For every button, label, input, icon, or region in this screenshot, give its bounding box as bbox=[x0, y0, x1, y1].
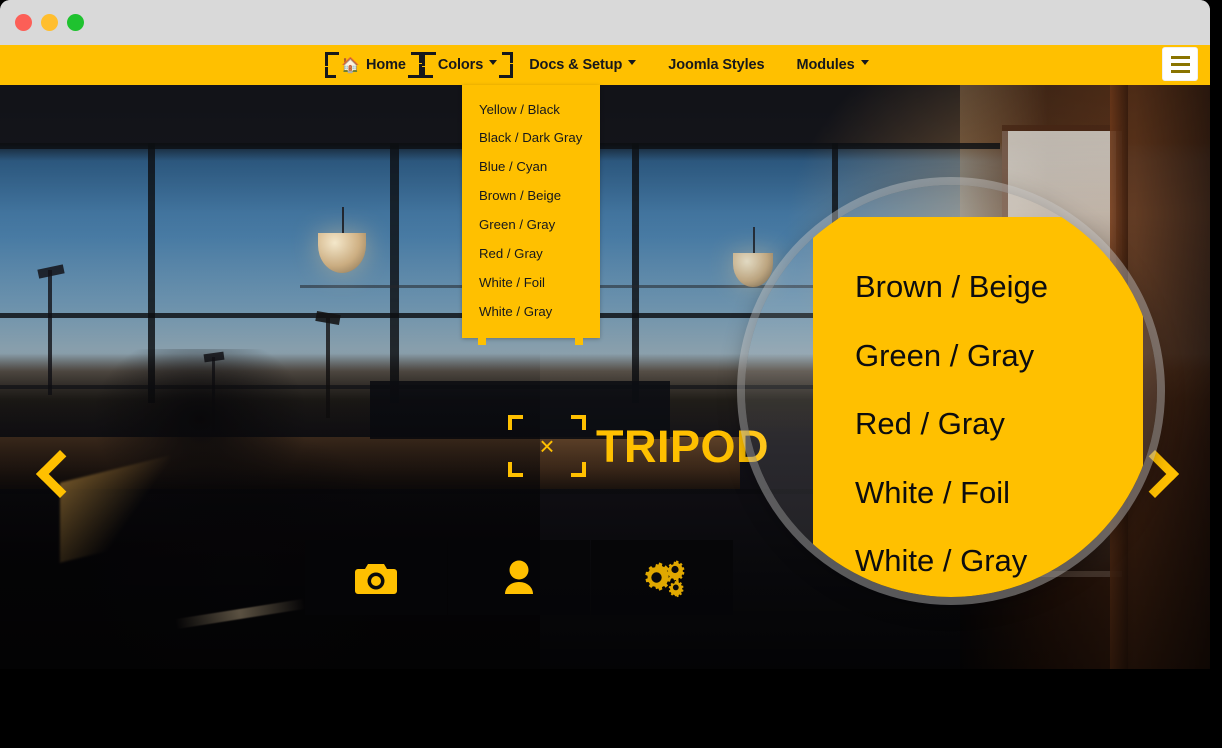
dropdown-item-brown-beige[interactable]: Brown / Beige bbox=[462, 182, 600, 211]
focus-frame-icon: × bbox=[508, 415, 586, 477]
close-button[interactable] bbox=[15, 14, 32, 31]
chevron-down-icon bbox=[628, 59, 637, 65]
dropdown-item-red-gray[interactable]: Red / Gray bbox=[462, 239, 600, 268]
photo-mullion bbox=[632, 143, 639, 403]
nav-item-label: Modules bbox=[796, 57, 855, 73]
dropdown-item-blue-cyan[interactable]: Blue / Cyan bbox=[462, 153, 600, 182]
feature-card-camera[interactable] bbox=[305, 540, 447, 615]
hamburger-icon[interactable] bbox=[1162, 47, 1198, 81]
magnified-menu-item[interactable]: Green / Gray bbox=[813, 322, 1143, 391]
page-title: TRIPOD bbox=[596, 420, 770, 472]
nav-item-docs-setup[interactable]: Docs & Setup bbox=[513, 50, 652, 80]
nav-item-list: 🏠 Home Colors Docs & Setup Joomla Styles bbox=[0, 45, 1210, 85]
feature-card-user[interactable] bbox=[448, 540, 590, 615]
chevron-down-icon bbox=[860, 59, 869, 65]
magnified-menu-item[interactable]: Brown / Beige bbox=[813, 253, 1143, 322]
home-icon: 🏠 bbox=[341, 56, 360, 74]
nav-item-colors[interactable]: Colors bbox=[421, 50, 514, 80]
nav-item-joomla-styles[interactable]: Joomla Styles bbox=[652, 50, 780, 80]
browser-window: × TRIPOD Brown / Beige Green / Gray Red … bbox=[0, 0, 1210, 669]
minimize-button[interactable] bbox=[41, 14, 58, 31]
focus-cross-icon: × bbox=[539, 431, 555, 461]
nav-item-label: Docs & Setup bbox=[529, 57, 623, 73]
feature-card-settings[interactable] bbox=[591, 540, 733, 615]
nav-item-label: Colors bbox=[437, 57, 484, 73]
hero-slider: × TRIPOD Brown / Beige Green / Gray Red … bbox=[0, 85, 1210, 669]
gears-icon bbox=[639, 558, 685, 598]
magnified-menu-item[interactable]: Red / Gray bbox=[813, 390, 1143, 459]
window-controls bbox=[15, 14, 84, 31]
maximize-button[interactable] bbox=[67, 14, 84, 31]
main-navbar: 🏠 Home Colors Docs & Setup Joomla Styles bbox=[0, 45, 1210, 85]
magnified-colors-menu: Brown / Beige Green / Gray Red / Gray Wh… bbox=[813, 217, 1143, 597]
nav-item-label: Joomla Styles bbox=[668, 57, 765, 73]
nav-item-modules[interactable]: Modules bbox=[780, 50, 884, 80]
magnifier-lens: Brown / Beige Green / Gray Red / Gray Wh… bbox=[745, 185, 1157, 597]
colors-dropdown-menu: Yellow / Black Black / Dark Gray Blue / … bbox=[462, 85, 600, 345]
magnified-menu-item[interactable]: White / Foil bbox=[813, 459, 1143, 528]
hero-title-block: × TRIPOD bbox=[508, 415, 769, 477]
camera-icon bbox=[355, 561, 397, 595]
dropdown-item-yellow-black[interactable]: Yellow / Black bbox=[462, 95, 600, 124]
feature-card-row bbox=[305, 540, 733, 615]
dropdown-tab-left bbox=[478, 336, 486, 345]
dropdown-item-black-dark-gray[interactable]: Black / Dark Gray bbox=[462, 124, 600, 153]
browser-titlebar bbox=[0, 0, 1210, 45]
page-viewport: × TRIPOD Brown / Beige Green / Gray Red … bbox=[0, 45, 1210, 669]
chevron-down-icon bbox=[489, 59, 498, 65]
dropdown-item-white-gray[interactable]: White / Gray bbox=[462, 297, 600, 326]
nav-item-home[interactable]: 🏠 Home bbox=[325, 50, 423, 80]
slider-prev-button[interactable] bbox=[35, 445, 85, 505]
magnified-menu-item[interactable]: White / Gray bbox=[813, 527, 1143, 596]
chevron-left-icon bbox=[35, 449, 85, 499]
page-backdrop bbox=[0, 669, 1222, 748]
dropdown-item-white-foil[interactable]: White / Foil bbox=[462, 268, 600, 297]
dropdown-tab-right bbox=[575, 336, 583, 345]
nav-item-label: Home bbox=[365, 57, 406, 73]
user-icon bbox=[502, 560, 536, 596]
dropdown-item-green-gray[interactable]: Green / Gray bbox=[462, 210, 600, 239]
